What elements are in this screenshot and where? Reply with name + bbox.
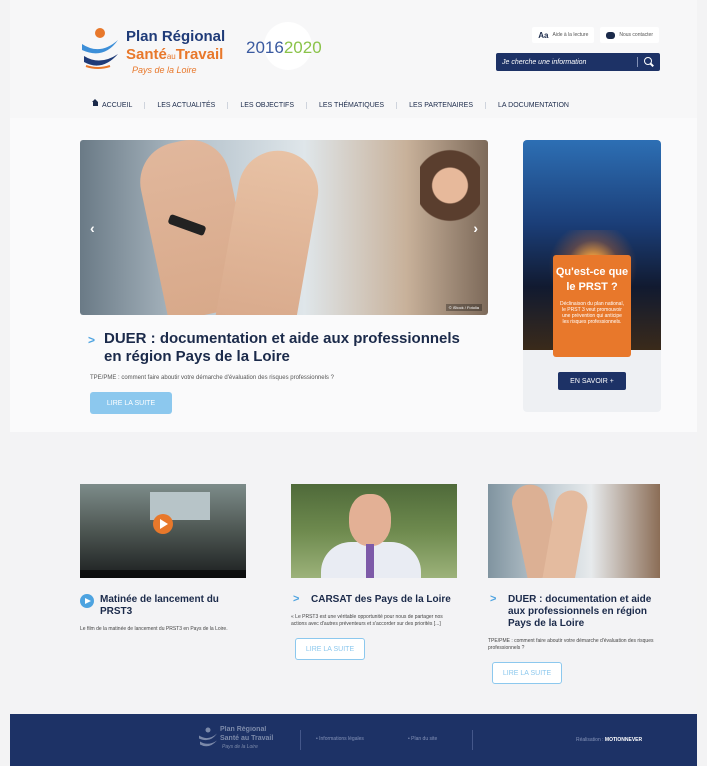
- site-footer: Plan Régional Santé au Travail Pays de l…: [10, 714, 697, 766]
- text-size-icon: Aa: [538, 30, 549, 40]
- site-header: Plan Régional SantéauTravail Pays de la …: [10, 0, 697, 118]
- nav-item-thematiques[interactable]: LES THÉMATIQUES: [307, 101, 398, 109]
- chevron-right-icon: >: [293, 593, 300, 605]
- card-image-person: [366, 544, 374, 578]
- search-input[interactable]: Je cherche une information: [502, 59, 637, 66]
- read-more-button[interactable]: LIRE LA SUITE: [295, 638, 365, 660]
- utility-links: Aa Aide à la lecture Nous contacter: [532, 27, 659, 43]
- logo-region: Pays de la Loire: [132, 65, 197, 75]
- sitemap-link[interactable]: • Plan du site: [408, 736, 437, 742]
- card-title[interactable]: > CARSAT des Pays de la Loire: [291, 593, 457, 606]
- page: Plan Régional SantéauTravail Pays de la …: [10, 0, 697, 766]
- home-icon: [92, 99, 99, 108]
- footer-logo-region: Pays de la Loire: [222, 744, 258, 750]
- card-text: « Le PRST3 est une véritable opportunité…: [291, 614, 443, 627]
- legal-link[interactable]: • Informations légales: [316, 736, 364, 742]
- slider-prev-icon[interactable]: ‹: [90, 220, 95, 236]
- footer-logo-subtitle: Santé au Travail: [220, 735, 274, 742]
- promo-box: Qu'est-ce que le PRST ? Déclinaison du p…: [553, 255, 631, 357]
- search-bar[interactable]: Je cherche une information: [496, 53, 660, 71]
- hero-description: TPE/PME : comment faire aboutir votre dé…: [90, 375, 334, 381]
- play-circle-icon: [80, 594, 94, 608]
- read-more-button[interactable]: LIRE LA SUITE: [492, 662, 562, 684]
- nav-item-actualites[interactable]: LES ACTUALITÉS: [145, 101, 229, 109]
- nav-item-objectifs[interactable]: LES OBJECTIFS: [228, 101, 307, 109]
- search-icon[interactable]: [644, 57, 654, 67]
- card-title[interactable]: > DUER : documentation et aide aux profe…: [488, 593, 660, 630]
- footer-divider: [472, 730, 473, 750]
- reading-aid-button[interactable]: Aa Aide à la lecture: [532, 27, 595, 43]
- read-more-button[interactable]: LIRE LA SUITE: [90, 392, 172, 414]
- hero-slider[interactable]: ‹ › © iStock / Fotolia: [80, 140, 488, 315]
- site-logo[interactable]: Plan Régional SantéauTravail Pays de la …: [80, 22, 250, 82]
- reading-aid-label: Aide à la lecture: [552, 32, 589, 38]
- slider-next-icon[interactable]: ›: [473, 220, 478, 236]
- hero-image-face: [420, 145, 480, 235]
- footer-logo-title: Plan Régional: [220, 726, 267, 733]
- promo-text: Déclinaison du plan national, le PRST 3 …: [560, 301, 624, 325]
- card-image[interactable]: [291, 484, 457, 578]
- card-image-person: [349, 494, 391, 546]
- main-nav: ACCUEIL LES ACTUALITÉS LES OBJECTIFS LES…: [80, 97, 581, 113]
- chevron-right-icon: >: [490, 593, 497, 605]
- logo-title: Plan Régional: [126, 28, 226, 45]
- contact-label: Nous contacter: [619, 32, 653, 38]
- hero-title[interactable]: DUER : documentation et aide aux profess…: [90, 330, 480, 366]
- nav-item-accueil[interactable]: ACCUEIL: [80, 99, 146, 109]
- footer-credit[interactable]: Réalisation : MOTIONNEVER: [576, 737, 642, 743]
- contact-button[interactable]: Nous contacter: [600, 27, 659, 43]
- nav-item-partenaires[interactable]: LES PARTENAIRES: [397, 101, 487, 109]
- photo-credit: © iStock / Fotolia: [445, 304, 482, 311]
- logo-swoosh-icon: [199, 727, 217, 747]
- logo-swoosh-icon: [82, 28, 118, 69]
- footer-divider: [300, 730, 301, 750]
- years-badge: 20162020: [246, 38, 322, 57]
- learn-more-button[interactable]: EN SAVOIR +: [558, 372, 626, 390]
- logo-subtitle: SantéauTravail: [126, 46, 224, 63]
- play-icon[interactable]: [153, 514, 173, 534]
- card-image[interactable]: [488, 484, 660, 578]
- footer-logo[interactable]: Plan Régional Santé au Travail Pays de l…: [190, 724, 280, 754]
- promo-title: Qu'est-ce que le PRST ?: [555, 266, 629, 293]
- video-player[interactable]: [80, 484, 246, 578]
- nav-label: ACCUEIL: [102, 101, 133, 109]
- news-card: Matinée de lancement du PRST3 Le film de…: [80, 484, 246, 633]
- chat-bubble-icon: [606, 31, 616, 39]
- card-text: TPE/PME : comment faire aboutir votre dé…: [488, 638, 654, 651]
- news-card: > CARSAT des Pays de la Loire « Le PRST3…: [291, 484, 457, 660]
- card-text: Le film de la matinée de lancement du PR…: [80, 626, 228, 632]
- nav-item-documentation[interactable]: LA DOCUMENTATION: [486, 102, 581, 109]
- video-controls[interactable]: [80, 570, 246, 578]
- news-card: > DUER : documentation et aide aux profe…: [488, 484, 660, 684]
- search-divider: [637, 57, 638, 67]
- card-title[interactable]: Matinée de lancement du PRST3: [80, 594, 246, 618]
- prst-promo: Qu'est-ce que le PRST ? Déclinaison du p…: [523, 140, 661, 412]
